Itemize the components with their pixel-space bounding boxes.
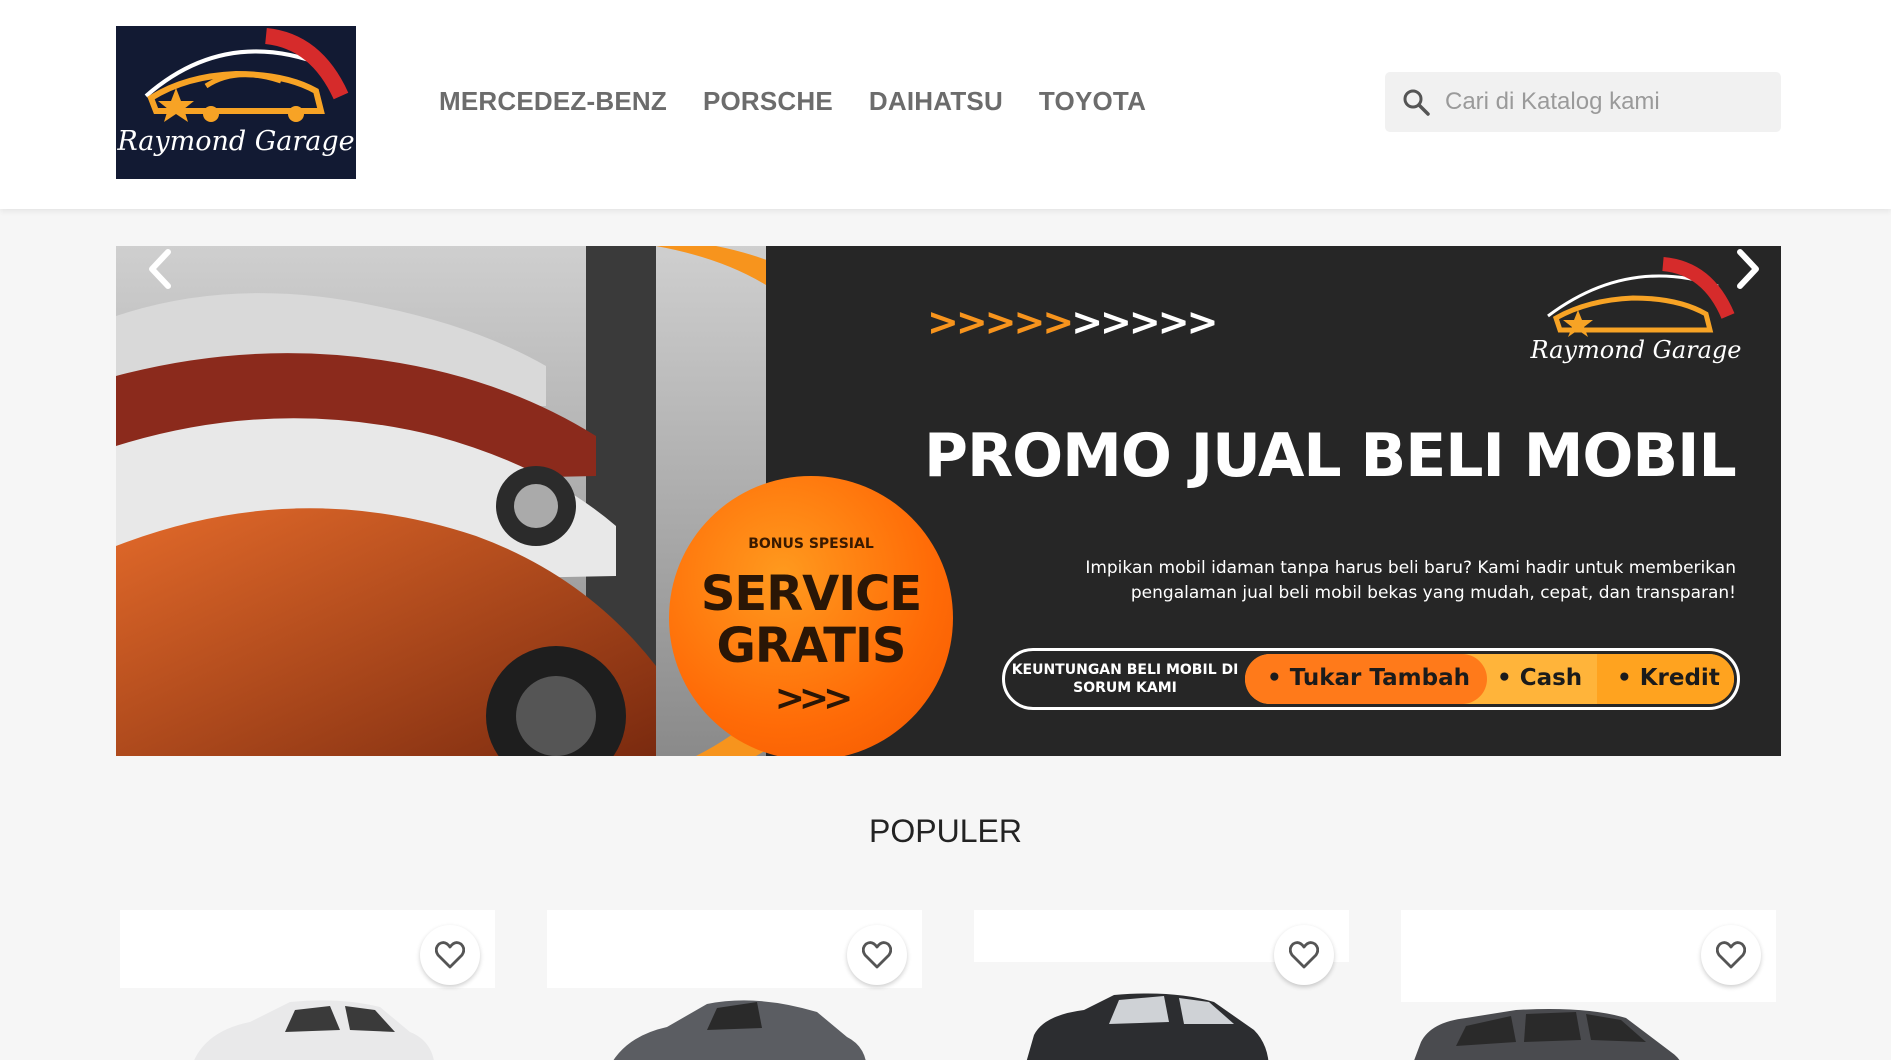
product-card-1[interactable] (120, 910, 495, 1060)
product-card-4[interactable] (1401, 910, 1776, 1060)
benefits-pills: • Tukar Tambah • Cash • Kredit (1245, 654, 1734, 704)
heart-icon (862, 941, 892, 969)
service-gratis-badge: BONUS SPESIAL SERVICE GRATIS >>> (669, 476, 953, 756)
car-image (194, 1000, 434, 1060)
promo-title: PROMO JUAL BELI MOBIL (924, 421, 1737, 491)
search-input[interactable] (1445, 72, 1765, 132)
heart-icon (1716, 941, 1746, 969)
nav-item-toyota[interactable]: TOYOTA (1039, 86, 1146, 117)
logo-text: Raymond Garage (117, 126, 355, 157)
car-image (1414, 1009, 1680, 1060)
car-image (1026, 993, 1269, 1060)
benefit-kredit: • Kredit (1617, 665, 1720, 691)
section-title-populer: POPULER (869, 813, 1022, 849)
benefit-cash: • Cash (1497, 665, 1583, 691)
car-image (613, 1000, 866, 1060)
product-card-2[interactable] (547, 910, 922, 1060)
chevron-left-icon[interactable] (140, 244, 180, 294)
nav-item-porsche[interactable]: PORSCHE (703, 86, 833, 117)
badge-arrows: >>> (774, 678, 854, 719)
promo-banner[interactable]: >>>>>>>>>> Raymond Garage PROMO JUAL BEL… (116, 246, 1781, 756)
nav-item-daihatsu[interactable]: DAIHATSU (869, 86, 1003, 117)
favorite-button[interactable] (1274, 925, 1334, 985)
banner-arrows: >>>>>>>>>> (927, 300, 1218, 344)
nav-item-mercedez-benz[interactable]: MERCEDEZ-BENZ (439, 86, 667, 117)
main-nav: MERCEDEZ-BENZ PORSCHE DAIHATSU TOYOTA (439, 86, 1146, 117)
badge-title: SERVICE GRATIS (700, 566, 922, 674)
banner-arrows-orange: >>>>> (927, 300, 1074, 344)
chevron-right-icon[interactable] (1728, 244, 1768, 294)
logo-car-icon (144, 28, 349, 122)
favorite-button[interactable] (847, 925, 907, 985)
heart-icon (1289, 941, 1319, 969)
heart-icon (435, 941, 465, 969)
benefit-tukar-tambah: • Tukar Tambah (1267, 665, 1470, 691)
favorite-button[interactable] (1701, 925, 1761, 985)
search-icon[interactable] (1401, 87, 1431, 117)
benefits-bar: KEUNTUNGAN BELI MOBIL DI SORUM KAMI • Tu… (1002, 648, 1740, 710)
banner-logo-text: Raymond Garage (1530, 336, 1742, 364)
site-header: Raymond Garage MERCEDEZ-BENZ PORSCHE DAI… (0, 0, 1891, 209)
search-box (1385, 72, 1781, 132)
site-logo[interactable]: Raymond Garage (116, 26, 356, 179)
banner-arrows-white: >>>>> (1071, 300, 1218, 344)
benefits-label: KEUNTUNGAN BELI MOBIL DI SORUM KAMI (1011, 662, 1239, 696)
product-card-3[interactable] (974, 910, 1349, 1060)
promo-description: Impikan mobil idaman tanpa harus beli ba… (1085, 558, 1736, 603)
badge-subtitle: BONUS SPESIAL (748, 536, 874, 552)
favorite-button[interactable] (420, 925, 480, 985)
